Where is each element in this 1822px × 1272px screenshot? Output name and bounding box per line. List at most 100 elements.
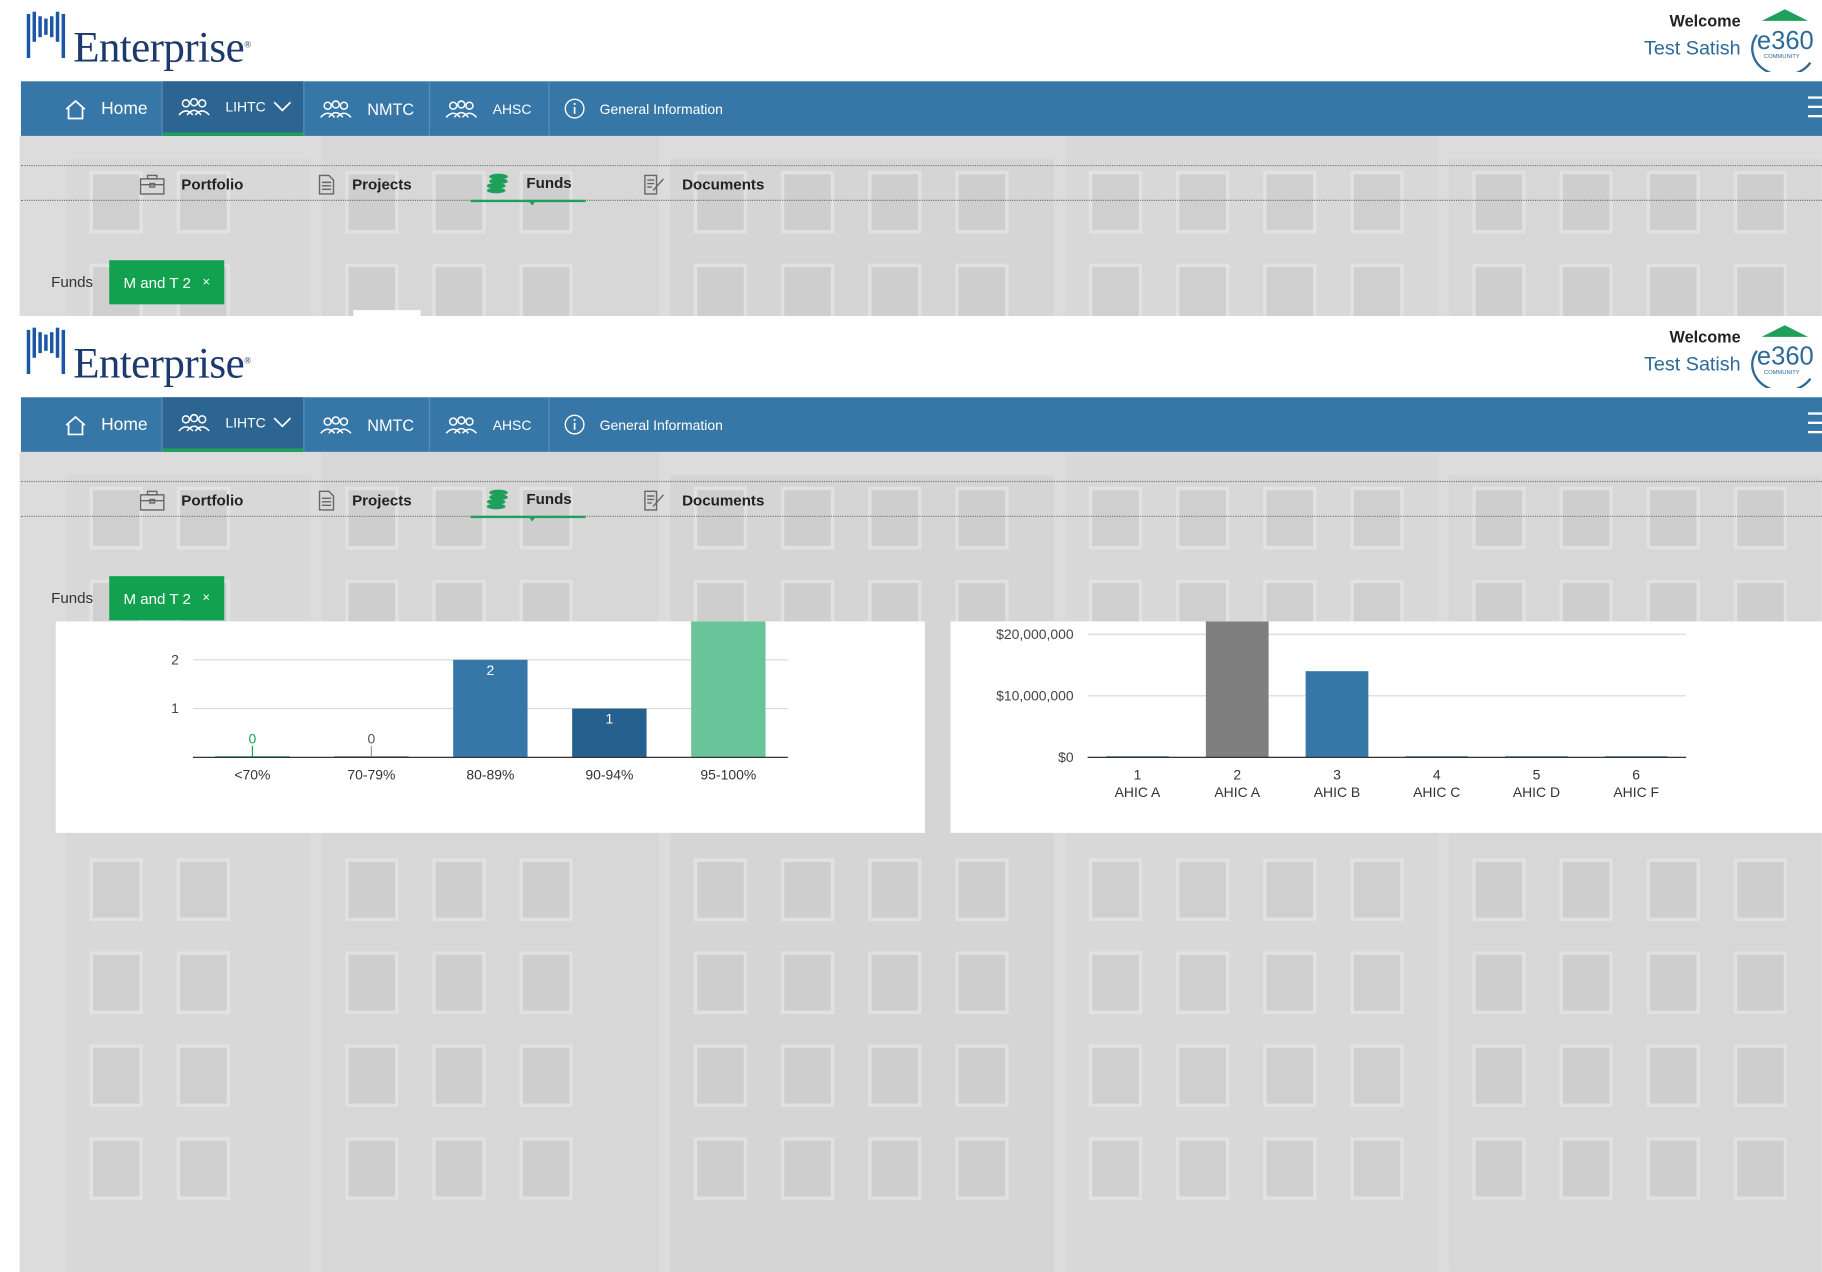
remove-filter-icon[interactable]: × <box>203 275 210 289</box>
coins-icon <box>486 489 508 509</box>
x-tick-label: 4 <box>1433 766 1441 782</box>
nav-nmtc[interactable]: NMTC <box>318 397 414 452</box>
edit-document-icon <box>644 174 665 195</box>
edit-document-icon <box>644 490 665 511</box>
enterprise-logo[interactable]: Enterprise® <box>73 339 251 389</box>
investor-chart-card: $0 $10,000,000 $20,000,000 1 AHIC A 2 AHIC A 3 A… <box>950 621 1822 833</box>
y-tick-label: 1 <box>171 700 179 716</box>
background-building-photo <box>19 135 1822 316</box>
briefcase-icon <box>139 490 165 511</box>
occupancy-bar-chart: 1 2 0 <70% 0 70-79% 2 80-89% 1 90-94% 95-100% <box>171 621 788 782</box>
enterprise-logo-icon <box>26 327 66 375</box>
sub-nav: Portfolio Projects Funds Documents <box>20 480 1822 522</box>
remove-filter-icon[interactable]: × <box>203 591 210 605</box>
main-nav: Home LIHTC NMTC AHSC General Information <box>20 81 1822 136</box>
x-tick-sublabel: AHIC B <box>1314 784 1360 800</box>
nav-general-information[interactable]: General Information <box>564 81 723 136</box>
people-icon <box>178 413 210 432</box>
site-header: Enterprise® Welcome Test Satish e360 COM… <box>0 0 1822 82</box>
nav-nmtc[interactable]: NMTC <box>318 81 414 136</box>
data-label: 2 <box>486 662 494 678</box>
subnav-funds[interactable]: Funds <box>470 166 586 206</box>
coins-icon <box>486 173 508 193</box>
sub-nav: Portfolio Projects Funds Documents <box>20 164 1822 206</box>
user-greeting: Welcome Test Satish <box>1644 328 1741 377</box>
subnav-funds[interactable]: Funds <box>470 482 586 522</box>
bar <box>1205 621 1269 758</box>
document-icon <box>318 174 335 195</box>
subnav-projects[interactable]: Projects <box>317 482 412 518</box>
house-icon <box>65 415 86 435</box>
welcome-label: Welcome <box>1669 11 1741 31</box>
x-tick-label: 95-100% <box>700 766 756 782</box>
x-tick-label: 2 <box>1233 766 1241 782</box>
subnav-documents[interactable]: Documents <box>643 482 764 518</box>
nav-lihtc[interactable]: LIHTC <box>162 397 304 452</box>
e360-community-logo-icon[interactable]: e360 COMMUNITY <box>1748 9 1822 73</box>
investor-bar-chart: $0 $10,000,000 $20,000,000 1 AHIC A 2 AHIC A 3 A… <box>996 621 1687 800</box>
x-tick-label: 6 <box>1632 766 1640 782</box>
people-icon <box>320 415 352 434</box>
menu-hamburger-icon[interactable] <box>1808 96 1822 124</box>
x-tick-sublabel: AHIC C <box>1413 784 1460 800</box>
user-name[interactable]: Test Satish <box>1644 37 1741 60</box>
subnav-portfolio[interactable]: Portfolio <box>139 166 243 202</box>
x-tick-label: 70-79% <box>347 766 395 782</box>
x-tick-sublabel: AHIC A <box>1214 784 1260 800</box>
svg-text:e360: e360 <box>1757 27 1814 55</box>
nav-ahsc[interactable]: AHSC <box>444 81 531 136</box>
people-icon <box>445 415 477 434</box>
data-label: 0 <box>249 730 257 746</box>
enterprise-logo-icon <box>26 11 66 59</box>
fund-filter-tag[interactable]: M and T 2 × <box>109 260 225 305</box>
x-tick-label: 3 <box>1333 766 1341 782</box>
nav-general-information[interactable]: General Information <box>564 397 723 452</box>
svg-text:COMMUNITY: COMMUNITY <box>1764 54 1800 60</box>
user-greeting: Welcome Test Satish <box>1644 12 1741 61</box>
house-icon <box>65 99 86 119</box>
x-tick-sublabel: AHIC F <box>1613 784 1659 800</box>
y-tick-label: $10,000,000 <box>996 687 1074 703</box>
bar <box>1305 671 1369 758</box>
y-tick-label: $20,000,000 <box>996 626 1074 642</box>
x-tick-label: 1 <box>1134 766 1142 782</box>
people-icon <box>178 97 210 116</box>
x-tick-sublabel: AHIC A <box>1115 784 1161 800</box>
breadcrumb-funds[interactable]: Funds <box>51 589 93 606</box>
people-icon <box>445 99 477 118</box>
nav-ahsc[interactable]: AHSC <box>444 397 531 452</box>
breadcrumb-funds[interactable]: Funds <box>51 273 93 290</box>
info-icon <box>564 98 585 119</box>
x-tick-label: 90-94% <box>585 766 633 782</box>
nav-home[interactable]: Home <box>64 397 148 452</box>
nav-home[interactable]: Home <box>64 81 148 136</box>
welcome-label: Welcome <box>1669 327 1741 347</box>
fund-filter-tag[interactable]: M and T 2 × <box>109 576 225 621</box>
data-label: 0 <box>367 730 375 746</box>
subnav-portfolio[interactable]: Portfolio <box>139 482 243 518</box>
y-tick-label: 2 <box>171 651 179 667</box>
briefcase-icon <box>139 174 165 195</box>
x-tick-sublabel: AHIC D <box>1513 784 1560 800</box>
x-tick-label: 5 <box>1533 766 1541 782</box>
occupancy-chart-card: 1 2 0 <70% 0 70-79% 2 80-89% 1 90-94% 95-100% <box>55 621 925 833</box>
info-icon <box>564 414 585 435</box>
enterprise-logo[interactable]: Enterprise® <box>73 23 251 73</box>
user-name[interactable]: Test Satish <box>1644 353 1741 376</box>
subnav-projects[interactable]: Projects <box>317 166 412 202</box>
chevron-down-icon <box>273 417 291 428</box>
svg-text:e360: e360 <box>1757 343 1814 371</box>
main-nav: Home LIHTC NMTC AHSC General Information <box>20 397 1822 452</box>
e360-community-logo-icon[interactable]: e360 COMMUNITY <box>1748 325 1822 388</box>
background-building-photo <box>19 451 1822 1272</box>
svg-text:COMMUNITY: COMMUNITY <box>1764 370 1800 376</box>
menu-hamburger-icon[interactable] <box>1808 412 1822 440</box>
people-icon <box>320 99 352 118</box>
bar <box>691 621 766 758</box>
subnav-documents[interactable]: Documents <box>643 166 764 202</box>
document-icon <box>318 490 335 511</box>
nav-lihtc[interactable]: LIHTC <box>162 81 304 136</box>
site-header: Enterprise® Welcome Test Satish e360 COM… <box>0 315 1822 398</box>
chevron-down-icon <box>273 101 291 112</box>
x-tick-label: 80-89% <box>466 766 514 782</box>
